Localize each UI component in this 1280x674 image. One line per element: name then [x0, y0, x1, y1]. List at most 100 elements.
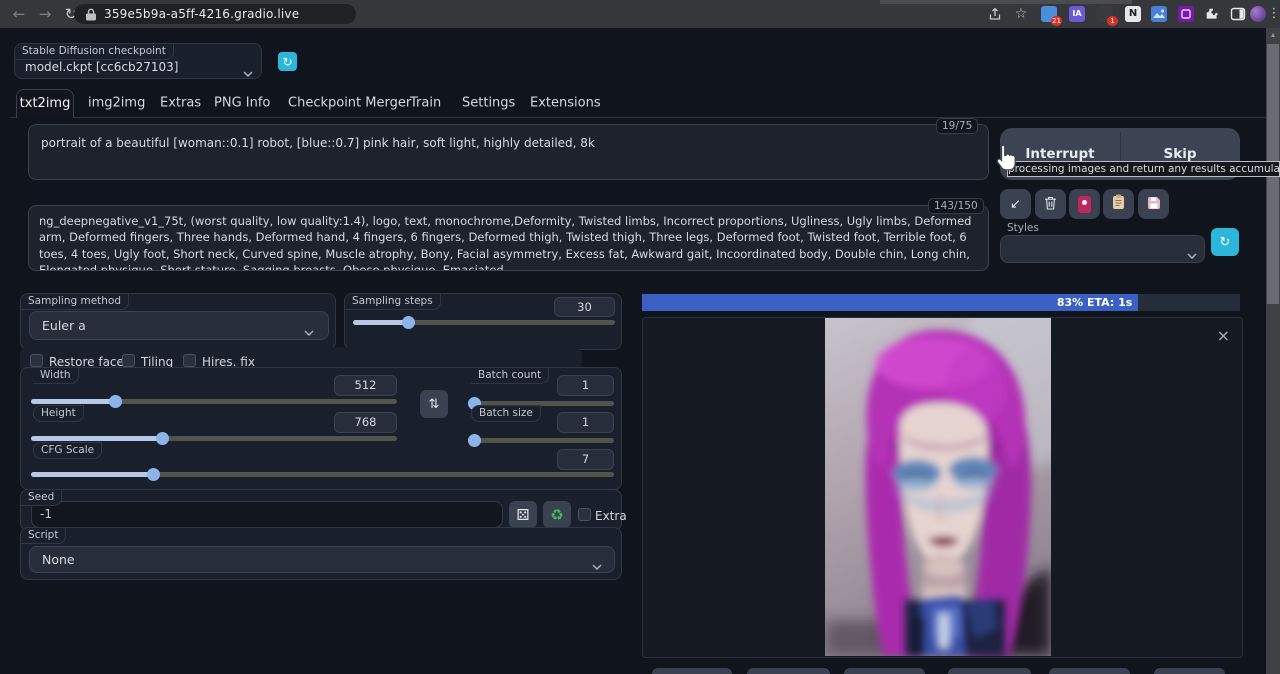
reuse-seed-button[interactable]: ♻	[543, 501, 571, 528]
interrupt-tooltip: processing images and return any results…	[1007, 161, 1280, 177]
send-to-inpaint-button[interactable]	[948, 668, 1031, 674]
height-slider[interactable]	[31, 436, 397, 441]
tabbar-divider	[10, 117, 1270, 118]
restore-faces-checkbox[interactable]	[30, 354, 43, 367]
browser-toolbar: ← → ↻ 359e5b9a-a5ff-4216.gradio.live ☆ 2…	[0, 0, 1280, 28]
extension-icon-ia[interactable]: IA	[1069, 6, 1085, 22]
extension-badge: 21	[1051, 16, 1062, 26]
extension-icon-3[interactable]	[1151, 6, 1167, 22]
extension-icon-1[interactable]: 21	[1041, 6, 1057, 22]
sampling-method-label: Sampling method	[21, 294, 129, 310]
seed-input[interactable]: -1	[31, 501, 503, 528]
send-to-img2img-button[interactable]	[844, 668, 925, 674]
checkpoint-dropdown[interactable]: Stable Diffusion checkpoint model.ckpt […	[14, 43, 262, 79]
slider-thumb[interactable]	[156, 432, 169, 445]
batch-size-label: Batch size	[471, 405, 541, 422]
width-input[interactable]: 512	[334, 375, 397, 396]
width-slider[interactable]	[31, 399, 397, 404]
dimensions-block: Width 512 Height 768 ⇅ Batch count 1 Bat…	[20, 367, 622, 490]
prompt-textarea[interactable]: portrait of a beautiful [woman::0.1] rob…	[28, 124, 989, 180]
batch-size-slider[interactable]	[468, 438, 614, 443]
batch-size-input[interactable]: 1	[557, 412, 614, 433]
trash-icon	[1044, 195, 1057, 214]
seed-block: Seed -1 ⚄ ♻ Extra	[20, 489, 622, 531]
open-folder-button[interactable]	[1154, 668, 1225, 674]
sampling-method-value: Euler a	[42, 318, 86, 333]
address-bar[interactable]: 359e5b9a-a5ff-4216.gradio.live	[74, 4, 356, 24]
sampling-method-dropdown[interactable]: Euler a	[29, 311, 329, 340]
side-panel-icon[interactable]	[1230, 6, 1246, 22]
script-dropdown[interactable]: None	[29, 546, 615, 573]
extension-icon-4[interactable]	[1178, 6, 1194, 22]
clear-prompt-button[interactable]	[1035, 189, 1066, 219]
forward-icon[interactable]: →	[34, 3, 56, 25]
chevron-down-icon	[1187, 247, 1197, 262]
lock-icon	[86, 8, 96, 21]
output-gallery: ×	[642, 317, 1243, 658]
generated-image[interactable]	[825, 318, 1051, 656]
height-input[interactable]: 768	[334, 412, 397, 433]
save-style-button[interactable]	[1138, 189, 1169, 219]
prompt-token-counter: 19/75	[936, 118, 978, 134]
back-icon[interactable]: ←	[8, 3, 30, 25]
slider-thumb[interactable]	[147, 468, 160, 481]
extension-icon-notion[interactable]: N	[1125, 6, 1141, 22]
slider-thumb[interactable]	[402, 316, 415, 329]
tiling-checkbox[interactable]	[122, 354, 135, 367]
negative-prompt-textarea[interactable]: ng_deepnegative_v1_75t, (worst quality, …	[28, 205, 989, 271]
paste-parameters-button[interactable]: ↙	[1000, 189, 1031, 219]
share-icon[interactable]	[984, 3, 1006, 25]
batch-count-input[interactable]: 1	[557, 375, 614, 396]
tab-extras[interactable]: Extras	[160, 96, 201, 111]
extensions-puzzle-icon[interactable]	[1204, 6, 1220, 22]
tab-png-info[interactable]: PNG Info	[214, 96, 270, 111]
extra-seed-checkbox[interactable]	[578, 508, 591, 521]
seed-label: Seed	[21, 490, 62, 506]
script-block: Script None	[20, 527, 622, 580]
sampling-steps-slider[interactable]	[353, 320, 615, 325]
hires-fix-checkbox[interactable]	[183, 354, 196, 367]
cfg-scale-input[interactable]: 7	[557, 449, 614, 470]
tab-txt2img[interactable]: txt2img	[16, 89, 74, 118]
checkpoint-value: model.ckpt [cc6cb27103]	[25, 60, 178, 74]
styles-refresh-button[interactable]: ↻	[1211, 228, 1239, 256]
slider-thumb[interactable]	[468, 434, 481, 447]
chevron-down-icon	[243, 62, 253, 81]
height-label: Height	[33, 405, 84, 422]
slider-thumb[interactable]	[109, 395, 122, 408]
cfg-scale-slider[interactable]	[31, 472, 614, 477]
browser-menu-icon[interactable]: ⋮	[1263, 3, 1280, 25]
progress-text: 83% ETA: 1s	[1057, 296, 1138, 309]
extension-icon-2[interactable]: 1	[1097, 6, 1113, 22]
zip-button[interactable]	[747, 668, 830, 674]
sampling-steps-label: Sampling steps	[345, 294, 441, 310]
close-icon[interactable]: ×	[1217, 326, 1230, 345]
mouse-cursor-icon	[993, 143, 1019, 179]
cfg-scale-label: CFG Scale	[33, 442, 102, 459]
bookmark-star-icon[interactable]: ☆	[1010, 3, 1032, 25]
script-label: Script	[21, 528, 66, 544]
sampling-steps-input[interactable]: 30	[554, 297, 615, 317]
url-text: 359e5b9a-a5ff-4216.gradio.live	[104, 7, 299, 21]
sampling-steps-block: Sampling steps 30	[344, 293, 622, 350]
width-label: Width	[33, 368, 79, 384]
tab-settings[interactable]: Settings	[462, 96, 515, 111]
extra-networks-button[interactable]	[1069, 189, 1100, 219]
random-seed-button[interactable]: ⚄	[509, 501, 537, 528]
send-to-extras-button[interactable]	[1049, 668, 1130, 674]
tab-img2img[interactable]: img2img	[88, 96, 145, 111]
tab-train[interactable]: Train	[410, 96, 441, 111]
checkpoint-refresh-button[interactable]: ↻	[278, 52, 297, 71]
page-scrollbar[interactable]: ▴	[1266, 28, 1280, 674]
swap-width-height-button[interactable]: ⇅	[420, 390, 448, 418]
browser-tab-edge	[880, 0, 1132, 4]
extra-seed-label: Extra	[595, 509, 627, 523]
styles-dropdown[interactable]	[1000, 235, 1205, 263]
stable-diffusion-webui: ← → ↻ 359e5b9a-a5ff-4216.gradio.live ☆ 2…	[0, 0, 1280, 674]
apply-style-button[interactable]	[1103, 189, 1134, 219]
tab-checkpoint-merger[interactable]: Checkpoint Merger	[288, 96, 411, 111]
scrollbar-up-icon[interactable]: ▴	[1266, 28, 1280, 42]
save-button[interactable]	[652, 668, 732, 674]
tab-extensions[interactable]: Extensions	[530, 96, 601, 111]
progress-bar: 83% ETA: 1s	[642, 294, 1240, 311]
